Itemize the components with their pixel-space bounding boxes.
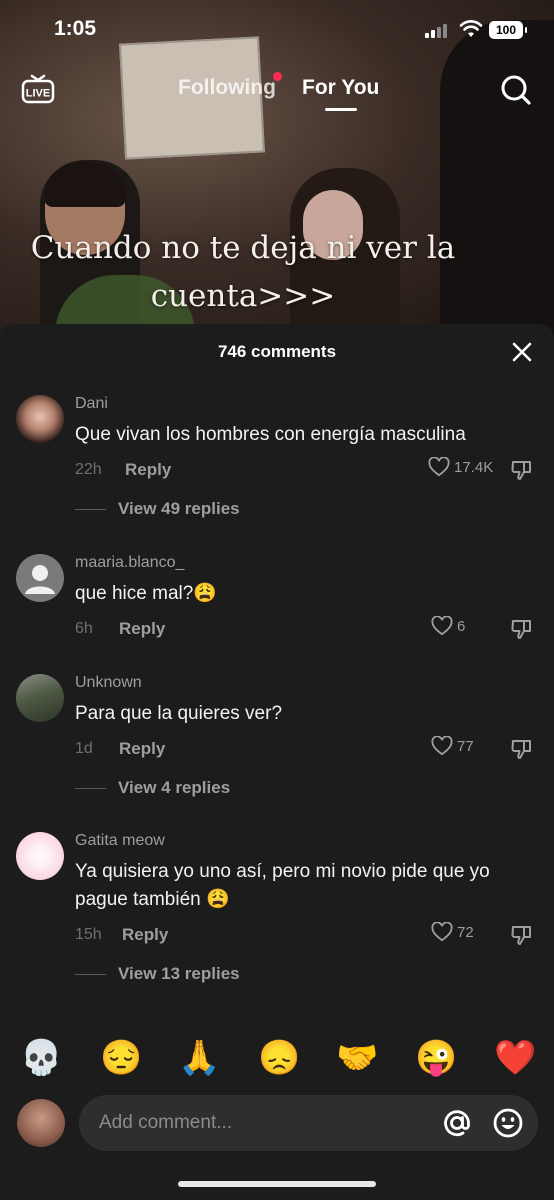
comment-text: Ya quisiera yo uno así, pero mi novio pi… (75, 861, 490, 910)
like-button[interactable]: 77 (431, 736, 474, 756)
top-nav: LIVE Following For You (0, 62, 554, 116)
avatar[interactable] (16, 832, 64, 880)
quick-emoji-bar: 💀 😔 🙏 😞 🤝 😜 ❤️ (0, 1030, 554, 1086)
heart-icon (431, 616, 453, 636)
like-button[interactable]: 6 (431, 616, 465, 636)
close-icon[interactable] (510, 340, 534, 364)
tab-for-you-indicator (325, 108, 357, 111)
dislike-icon[interactable] (510, 737, 534, 761)
emoji-handshake[interactable]: 🤝 (336, 1030, 378, 1086)
status-bar: 1:05 100 (0, 0, 554, 60)
comment-username[interactable]: Unknown (75, 674, 142, 692)
view-replies-button[interactable]: View 49 replies (75, 499, 240, 519)
mention-icon[interactable] (441, 1107, 473, 1139)
like-button[interactable]: 17.4K (428, 457, 493, 477)
like-button[interactable]: 72 (431, 922, 474, 942)
like-count: 6 (457, 617, 466, 635)
reply-button[interactable]: Reply (125, 460, 171, 480)
comment-username[interactable]: maaria.blanco_ (75, 554, 184, 572)
tab-following[interactable]: Following (178, 76, 276, 100)
reply-button[interactable]: Reply (122, 925, 168, 945)
heart-icon (431, 922, 453, 942)
video-caption: Cuando no te deja ni ver la cuenta>>> (30, 230, 456, 314)
signal-icon (425, 24, 447, 38)
status-time: 1:05 (54, 17, 97, 40)
comment-item: Gatita meow Ya quisiera yo uno así, pero… (0, 832, 554, 992)
comments-count-title: 746 comments (217, 342, 337, 361)
following-notification-dot (273, 72, 282, 81)
comment-time: 6h (75, 620, 93, 637)
like-count: 77 (457, 737, 474, 755)
dislike-icon[interactable] (510, 617, 534, 641)
reply-button[interactable]: Reply (119, 739, 165, 759)
view-replies-label: View 13 replies (118, 964, 240, 983)
emoji-pensive[interactable]: 😔 (100, 1030, 142, 1086)
comment-username[interactable]: Dani (75, 395, 108, 413)
live-label: LIVE (26, 88, 50, 100)
emoji-disappointed[interactable]: 😞 (258, 1030, 300, 1086)
comment-item: Unknown Para que la quieres ver? 1d Repl… (0, 674, 554, 804)
comment-time: 1d (75, 740, 93, 757)
view-replies-line (75, 787, 106, 789)
comment-time: 15h (75, 926, 102, 943)
emoji-wink-tongue[interactable]: 😜 (415, 1030, 457, 1086)
avatar[interactable] (16, 395, 64, 443)
avatar[interactable] (16, 554, 64, 602)
view-replies-line (75, 508, 106, 510)
like-count: 17.4K (454, 458, 494, 476)
comment-input-row (0, 1094, 554, 1152)
comment-text: Que vivan los hombres con energía mascul… (75, 424, 466, 445)
view-replies-label: View 49 replies (118, 499, 240, 518)
dislike-icon[interactable] (510, 458, 534, 482)
heart-icon (428, 457, 450, 477)
default-avatar-icon (25, 565, 55, 594)
emoji-picker-icon[interactable] (492, 1107, 524, 1139)
like-count: 72 (457, 923, 474, 941)
comment-text: que hice mal?😩 (75, 583, 217, 604)
reply-button[interactable]: Reply (119, 619, 165, 639)
live-icon[interactable]: LIVE (20, 72, 56, 104)
wifi-icon (459, 20, 483, 37)
emoji-pray[interactable]: 🙏 (178, 1030, 220, 1086)
comment-item: Dani Que vivan los hombres con energía m… (0, 395, 554, 525)
dislike-icon[interactable] (510, 923, 534, 947)
my-avatar[interactable] (17, 1099, 65, 1147)
view-replies-label: View 4 replies (118, 778, 231, 797)
tab-for-you[interactable]: For You (302, 76, 379, 100)
comment-text: Para que la quieres ver? (75, 703, 283, 724)
battery-icon: 100 (489, 21, 527, 39)
search-icon[interactable] (500, 74, 532, 106)
comment-time: 22h (75, 461, 102, 478)
comment-item: maaria.blanco_ que hice mal?😩 6h Reply 6 (0, 554, 554, 644)
view-replies-button[interactable]: View 4 replies (75, 778, 230, 798)
heart-icon (431, 736, 453, 756)
emoji-heart[interactable]: ❤️ (494, 1030, 536, 1086)
avatar[interactable] (16, 674, 64, 722)
home-indicator[interactable] (178, 1181, 376, 1187)
view-replies-button[interactable]: View 13 replies (75, 964, 240, 984)
comment-username[interactable]: Gatita meow (75, 832, 165, 850)
emoji-skull[interactable]: 💀 (20, 1030, 62, 1086)
view-replies-line (75, 973, 106, 975)
